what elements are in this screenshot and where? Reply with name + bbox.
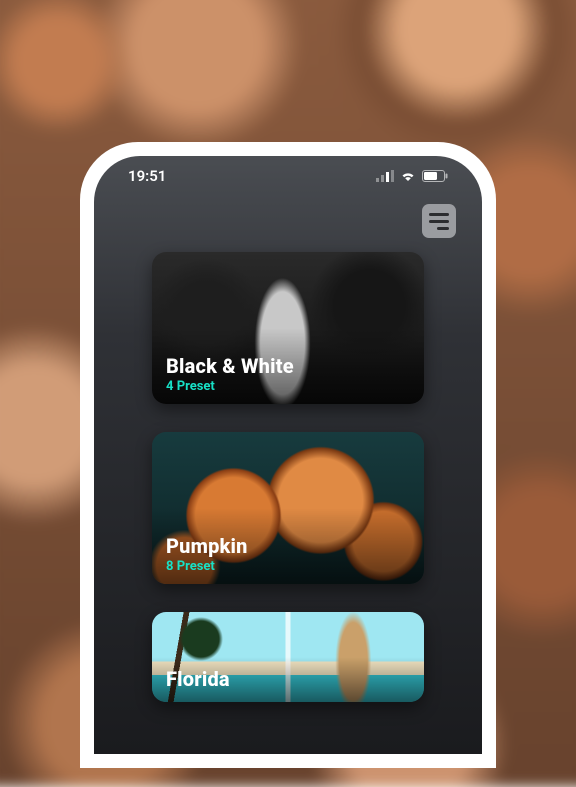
card-title: Pumpkin bbox=[166, 534, 248, 558]
top-bar bbox=[94, 196, 482, 242]
card-subtitle: 4 Preset bbox=[166, 379, 294, 394]
status-time: 19:51 bbox=[128, 167, 166, 185]
status-indicators bbox=[376, 170, 448, 182]
menu-button[interactable] bbox=[422, 204, 456, 238]
menu-icon bbox=[429, 213, 449, 216]
cellular-icon bbox=[376, 170, 394, 182]
phone-screen: 19:51 Black & White 4 Preset bbox=[94, 156, 482, 754]
wifi-icon bbox=[400, 170, 416, 182]
card-subtitle: 8 Preset bbox=[166, 559, 248, 574]
preset-card-list[interactable]: Black & White 4 Preset Pumpkin 8 Preset … bbox=[94, 242, 482, 702]
battery-icon bbox=[422, 170, 448, 182]
preset-card-black-and-white[interactable]: Black & White 4 Preset bbox=[152, 252, 424, 404]
phone-frame: 19:51 Black & White 4 Preset bbox=[80, 142, 496, 768]
card-title: Florida bbox=[166, 667, 230, 691]
status-bar: 19:51 bbox=[94, 156, 482, 196]
preset-card-pumpkin[interactable]: Pumpkin 8 Preset bbox=[152, 432, 424, 584]
card-title: Black & White bbox=[166, 354, 294, 378]
preset-card-florida[interactable]: Florida bbox=[152, 612, 424, 702]
